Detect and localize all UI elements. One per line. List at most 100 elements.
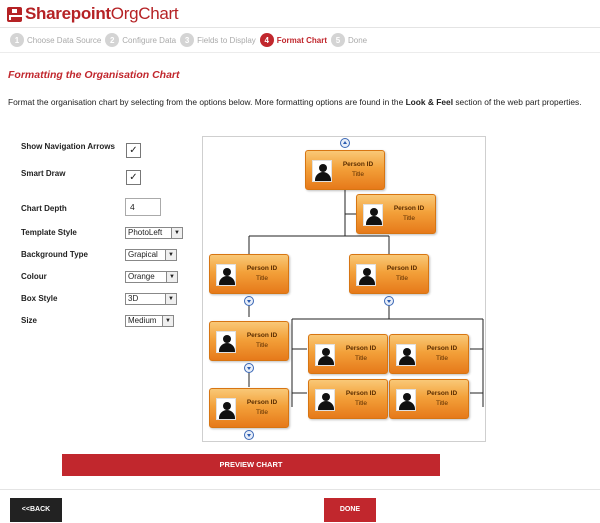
background-type-value: Grapical xyxy=(128,250,158,259)
step-label: Done xyxy=(348,35,368,45)
node-title: Title xyxy=(255,342,269,349)
done-button[interactable]: DONE xyxy=(324,498,376,522)
node-person-id: Person ID xyxy=(246,399,278,406)
step-fields-to-display[interactable]: 3 Fields to Display xyxy=(180,33,256,47)
step-choose-data-source[interactable]: 1 Choose Data Source xyxy=(10,33,101,47)
box-style-value: 3D xyxy=(128,294,139,303)
desc-text: Format the organisation chart by selecti… xyxy=(8,97,406,107)
step-number: 3 xyxy=(180,33,195,47)
header-divider xyxy=(0,27,600,28)
wizard-steps: 1 Choose Data Source 2 Configure Data 3 … xyxy=(10,32,371,48)
page-title: Formatting the Organisation Chart xyxy=(8,69,180,81)
app-logo: Sharepoint OrgChart xyxy=(7,4,179,24)
look-and-feel-text: Look & Feel xyxy=(405,97,454,107)
person-avatar-icon xyxy=(216,331,236,353)
node-title: Title xyxy=(255,275,269,282)
template-style-label: Template Style xyxy=(21,228,77,237)
node-title: Title xyxy=(395,275,409,282)
footer-divider xyxy=(0,489,600,490)
person-avatar-icon xyxy=(216,398,236,420)
size-select[interactable]: Medium ▼ xyxy=(125,315,174,327)
smart-draw-checkbox[interactable]: ✓ xyxy=(126,170,141,185)
node-title: Title xyxy=(255,409,269,416)
org-chart-preview: Person ID Title Person ID Title Person I… xyxy=(202,136,486,442)
node-title: Title xyxy=(435,355,449,362)
person-avatar-icon xyxy=(356,264,376,286)
step-format-chart[interactable]: 4 Format Chart xyxy=(259,33,327,47)
person-avatar-icon xyxy=(396,389,416,411)
nav-up-arrow-icon[interactable] xyxy=(340,138,350,148)
dropdown-arrow-icon: ▼ xyxy=(166,272,177,282)
show-nav-arrows-checkbox[interactable]: ✓ xyxy=(126,143,141,158)
node-title: Title xyxy=(354,400,368,407)
dropdown-arrow-icon: ▼ xyxy=(165,294,176,304)
desc-text-end: section of the web part properties. xyxy=(453,97,582,107)
org-chart-node[interactable]: Person ID Title xyxy=(308,334,388,374)
step-number: 4 xyxy=(259,33,274,47)
nav-down-arrow-icon[interactable] xyxy=(244,296,254,306)
orgchart-logo-icon xyxy=(7,6,24,22)
dropdown-arrow-icon: ▼ xyxy=(165,250,176,260)
chart-depth-label: Chart Depth xyxy=(21,204,67,213)
box-style-label: Box Style xyxy=(21,294,58,303)
smart-draw-label: Smart Draw xyxy=(21,169,66,178)
size-value: Medium xyxy=(128,316,157,325)
logo-text-regular: OrgChart xyxy=(110,4,179,23)
template-style-value: PhotoLeft xyxy=(128,228,163,237)
org-chart-node[interactable]: Person ID Title xyxy=(349,254,429,294)
node-person-id: Person ID xyxy=(393,205,425,212)
node-person-id: Person ID xyxy=(426,345,458,352)
nav-down-arrow-icon[interactable] xyxy=(384,296,394,306)
step-label: Format Chart xyxy=(276,35,327,45)
node-person-id: Person ID xyxy=(426,390,458,397)
nav-down-arrow-icon[interactable] xyxy=(244,430,254,440)
org-chart-node[interactable]: Person ID Title xyxy=(209,254,289,294)
dropdown-arrow-icon: ▼ xyxy=(171,228,182,238)
person-avatar-icon xyxy=(315,389,335,411)
box-style-select[interactable]: 3D ▼ xyxy=(125,293,177,305)
org-chart-node[interactable]: Person ID Title xyxy=(209,321,289,361)
step-number: 1 xyxy=(10,33,24,47)
page-description: Format the organisation chart by selecti… xyxy=(8,97,596,107)
step-label: Fields to Display xyxy=(197,35,256,45)
step-configure-data[interactable]: 2 Configure Data xyxy=(105,33,176,47)
node-person-id: Person ID xyxy=(342,161,374,168)
size-label: Size xyxy=(21,316,38,325)
node-title: Title xyxy=(435,400,449,407)
chart-depth-input[interactable]: 4 xyxy=(125,198,161,216)
colour-select[interactable]: Orange ▼ xyxy=(125,271,178,283)
node-title: Title xyxy=(402,215,416,222)
node-person-id: Person ID xyxy=(345,345,377,352)
step-label: Choose Data Source xyxy=(27,35,102,45)
show-nav-arrows-label: Show Navigation Arrows xyxy=(21,142,115,151)
org-chart-node[interactable]: Person ID Title xyxy=(389,334,469,374)
org-chart-node[interactable]: Person ID Title xyxy=(308,379,388,419)
node-title: Title xyxy=(354,355,368,362)
template-style-select[interactable]: PhotoLeft ▼ xyxy=(125,227,183,239)
colour-label: Colour xyxy=(21,272,47,281)
colour-value: Orange xyxy=(128,272,155,281)
steps-divider xyxy=(0,52,600,53)
nav-down-arrow-icon[interactable] xyxy=(244,363,254,373)
node-person-id: Person ID xyxy=(246,265,278,272)
node-title: Title xyxy=(351,171,365,178)
step-number: 5 xyxy=(331,33,345,47)
org-chart-node[interactable]: Person ID Title xyxy=(356,194,436,234)
preview-chart-button[interactable]: PREVIEW CHART xyxy=(62,454,440,476)
node-person-id: Person ID xyxy=(246,332,278,339)
dropdown-arrow-icon: ▼ xyxy=(162,316,173,326)
person-avatar-icon xyxy=(396,344,416,366)
node-person-id: Person ID xyxy=(386,265,418,272)
org-chart-node[interactable]: Person ID Title xyxy=(305,150,385,190)
person-avatar-icon xyxy=(363,204,383,226)
step-done[interactable]: 5 Done xyxy=(331,33,367,47)
back-button[interactable]: <<BACK xyxy=(10,498,62,522)
background-type-select[interactable]: Grapical ▼ xyxy=(125,249,177,261)
person-avatar-icon xyxy=(216,264,236,286)
step-label: Configure Data xyxy=(122,35,177,45)
background-type-label: Background Type xyxy=(21,250,88,259)
org-chart-node[interactable]: Person ID Title xyxy=(389,379,469,419)
node-person-id: Person ID xyxy=(345,390,377,397)
logo-text-bold: Sharepoint xyxy=(25,4,111,23)
org-chart-node[interactable]: Person ID Title xyxy=(209,388,289,428)
